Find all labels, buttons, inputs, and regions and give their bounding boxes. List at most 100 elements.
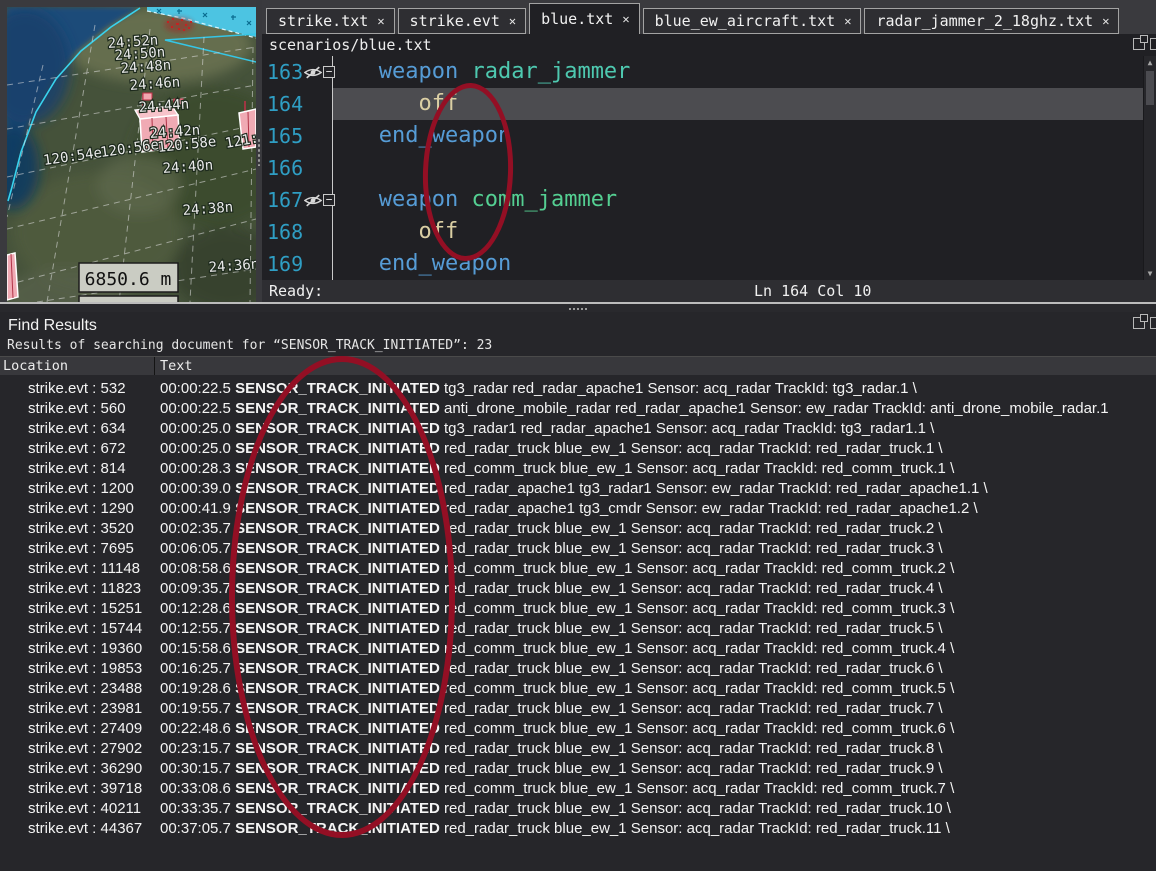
editor-scrollbar[interactable]: ▲ ▼ — [1143, 56, 1156, 280]
result-location: strike.evt : 40211 — [0, 800, 155, 817]
map-scale-label: 6850.6 m — [85, 269, 172, 290]
result-row[interactable]: strike.evt : 67200:00:25.0 SENSOR_TRACK_… — [0, 438, 1156, 458]
result-row[interactable]: strike.evt : 1114800:08:58.6 SENSOR_TRAC… — [0, 558, 1156, 578]
close-panel-icon[interactable] — [1150, 38, 1156, 50]
float-window-icon[interactable] — [1133, 317, 1145, 329]
result-row[interactable]: strike.evt : 2348800:19:28.6 SENSOR_TRAC… — [0, 678, 1156, 698]
editor-line-167[interactable]: 167− weapon comm_jammer — [262, 184, 1144, 216]
result-location: strike.evt : 672 — [0, 440, 155, 457]
close-panel-icon[interactable] — [1150, 317, 1156, 329]
tab-close-icon[interactable]: ✕ — [844, 14, 851, 28]
result-location: strike.evt : 15744 — [0, 620, 155, 637]
result-row[interactable]: strike.evt : 56000:00:22.5 SENSOR_TRACK_… — [0, 398, 1156, 418]
results-body: strike.evt : 53200:00:22.5 SENSOR_TRACK_… — [0, 378, 1156, 838]
tab-strike.txt[interactable]: strike.txt ✕ — [266, 8, 395, 34]
scrollbar-thumb[interactable] — [1146, 71, 1154, 105]
code-line-text[interactable]: end_weapon — [333, 120, 1144, 152]
result-row[interactable]: strike.evt : 1182300:09:35.7 SENSOR_TRAC… — [0, 578, 1156, 598]
eye-hidden-icon[interactable] — [304, 66, 322, 79]
line-number: 167 — [267, 188, 304, 212]
result-text: 00:19:55.7 SENSOR_TRACK_INITIATED red_ra… — [155, 700, 1156, 717]
tab-blue_ew_aircraft.txt[interactable]: blue_ew_aircraft.txt✕ — [643, 8, 862, 34]
tab-bar: strike.txt✕strike.evt✕blue.txt✕blue_ew_a… — [262, 0, 1156, 34]
result-row[interactable]: strike.evt : 4436700:37:05.7 SENSOR_TRAC… — [0, 818, 1156, 838]
line-number: 164 — [267, 92, 304, 116]
code-editor[interactable]: 163− weapon radar_jammer164 off165 end_w… — [262, 56, 1156, 280]
editor-line-168[interactable]: 168 off — [262, 216, 1144, 248]
float-window-icon[interactable] — [1133, 38, 1145, 50]
result-row[interactable]: strike.evt : 1574400:12:55.7 SENSOR_TRAC… — [0, 618, 1156, 638]
result-row[interactable]: strike.evt : 2740900:22:48.6 SENSOR_TRAC… — [0, 718, 1156, 738]
result-text: 00:33:35.7 SENSOR_TRACK_INITIATED red_ra… — [155, 800, 1156, 817]
code-line-text[interactable]: end_weapon — [333, 248, 1144, 280]
gutter: 163− — [262, 56, 333, 88]
scroll-down-icon[interactable]: ▼ — [1144, 267, 1156, 280]
result-row[interactable]: strike.evt : 2790200:23:15.7 SENSOR_TRAC… — [0, 738, 1156, 758]
tab-label: strike.txt — [278, 12, 368, 30]
result-row[interactable]: strike.evt : 3629000:30:15.7 SENSOR_TRAC… — [0, 758, 1156, 778]
result-row[interactable]: strike.evt : 53200:00:22.5 SENSOR_TRACK_… — [0, 378, 1156, 398]
code-line-text[interactable] — [333, 152, 1144, 184]
result-text: 00:09:35.7 SENSOR_TRACK_INITIATED red_ra… — [155, 580, 1156, 597]
line-number: 165 — [267, 124, 304, 148]
editor-line-163[interactable]: 163− weapon radar_jammer — [262, 56, 1144, 88]
tab-radar_jammer_2_18ghz.txt[interactable]: radar_jammer_2_18ghz.txt✕ — [864, 8, 1119, 34]
editor-line-169[interactable]: 169 end_weapon — [262, 248, 1144, 280]
code-line-text[interactable]: off — [333, 216, 1144, 248]
status-ready: Ready: — [269, 282, 323, 300]
column-header-location[interactable]: Location — [0, 357, 155, 375]
result-row[interactable]: strike.evt : 81400:00:28.3 SENSOR_TRACK_… — [0, 458, 1156, 478]
result-row[interactable]: strike.evt : 120000:00:39.0 SENSOR_TRACK… — [0, 478, 1156, 498]
result-location: strike.evt : 36290 — [0, 760, 155, 777]
tab-strike.evt[interactable]: strike.evt✕ — [398, 8, 527, 34]
result-row[interactable]: strike.evt : 129000:00:41.9 SENSOR_TRACK… — [0, 498, 1156, 518]
column-header-text[interactable]: Text — [155, 358, 193, 374]
horizontal-splitter[interactable] — [0, 302, 1156, 312]
result-row[interactable]: strike.evt : 2398100:19:55.7 SENSOR_TRAC… — [0, 698, 1156, 718]
result-location: strike.evt : 19360 — [0, 640, 155, 657]
result-row[interactable]: strike.evt : 1525100:12:28.6 SENSOR_TRAC… — [0, 598, 1156, 618]
find-results-panel: Find Results Results of searching docume… — [0, 312, 1156, 871]
line-number: 169 — [267, 252, 304, 276]
result-location: strike.evt : 27902 — [0, 740, 155, 757]
result-text: 00:15:58.6 SENSOR_TRACK_INITIATED red_co… — [155, 640, 1156, 657]
editor-lines: 163− weapon radar_jammer164 off165 end_w… — [262, 56, 1144, 280]
result-location: strike.evt : 814 — [0, 460, 155, 477]
result-row[interactable]: strike.evt : 63400:00:25.0 SENSOR_TRACK_… — [0, 418, 1156, 438]
result-location: strike.evt : 560 — [0, 400, 155, 417]
code-line-text[interactable]: weapon radar_jammer — [333, 56, 1144, 88]
result-row[interactable]: strike.evt : 4021100:33:35.7 SENSOR_TRAC… — [0, 798, 1156, 818]
gutter: 164 — [262, 88, 333, 120]
result-text: 00:12:28.6 SENSOR_TRACK_INITIATED red_co… — [155, 600, 1156, 617]
panel-title: Find Results — [0, 312, 1156, 336]
scroll-up-icon[interactable]: ▲ — [1144, 56, 1156, 69]
result-row[interactable]: strike.evt : 3971800:33:08.6 SENSOR_TRAC… — [0, 778, 1156, 798]
tab-close-icon[interactable]: ✕ — [377, 14, 384, 28]
editor-line-164[interactable]: 164 off — [262, 88, 1144, 120]
code-line-text[interactable]: weapon comm_jammer — [333, 184, 1144, 216]
gutter: 168 — [262, 216, 333, 248]
top-region: 24:52n24:50n24:48n24:46n24:44n24:42n24:4… — [0, 0, 1156, 302]
result-row[interactable]: strike.evt : 352000:02:35.7 SENSOR_TRACK… — [0, 518, 1156, 538]
result-text: 00:02:35.7 SENSOR_TRACK_INITIATED red_ra… — [155, 520, 1156, 537]
result-row[interactable]: strike.evt : 1985300:16:25.7 SENSOR_TRAC… — [0, 658, 1156, 678]
editor-line-166[interactable]: 166 — [262, 152, 1144, 184]
eye-hidden-icon[interactable] — [304, 194, 322, 207]
code-line-text[interactable]: off — [333, 88, 1144, 120]
result-text: 00:30:15.7 SENSOR_TRACK_INITIATED red_ra… — [155, 760, 1156, 777]
gutter: 167− — [262, 184, 333, 216]
map-3d-view[interactable]: 24:52n24:50n24:48n24:46n24:44n24:42n24:4… — [7, 7, 256, 302]
map-scale-indicator: 6850.6 m — [79, 263, 178, 302]
tab-close-icon[interactable]: ✕ — [509, 14, 516, 28]
editor-line-165[interactable]: 165 end_weapon — [262, 120, 1144, 152]
result-text: 00:06:05.7 SENSOR_TRACK_INITIATED red_ra… — [155, 540, 1156, 557]
result-row[interactable]: strike.evt : 769500:06:05.7 SENSOR_TRACK… — [0, 538, 1156, 558]
result-location: strike.evt : 23981 — [0, 700, 155, 717]
tab-close-icon[interactable]: ✕ — [622, 12, 629, 26]
result-location: strike.evt : 1200 — [0, 480, 155, 497]
tab-close-icon[interactable]: ✕ — [1102, 14, 1109, 28]
result-location: strike.evt : 23488 — [0, 680, 155, 697]
tab-blue.txt[interactable]: blue.txt✕ — [529, 3, 639, 34]
result-row[interactable]: strike.evt : 1936000:15:58.6 SENSOR_TRAC… — [0, 638, 1156, 658]
result-text: 00:00:28.3 SENSOR_TRACK_INITIATED red_co… — [155, 460, 1156, 477]
